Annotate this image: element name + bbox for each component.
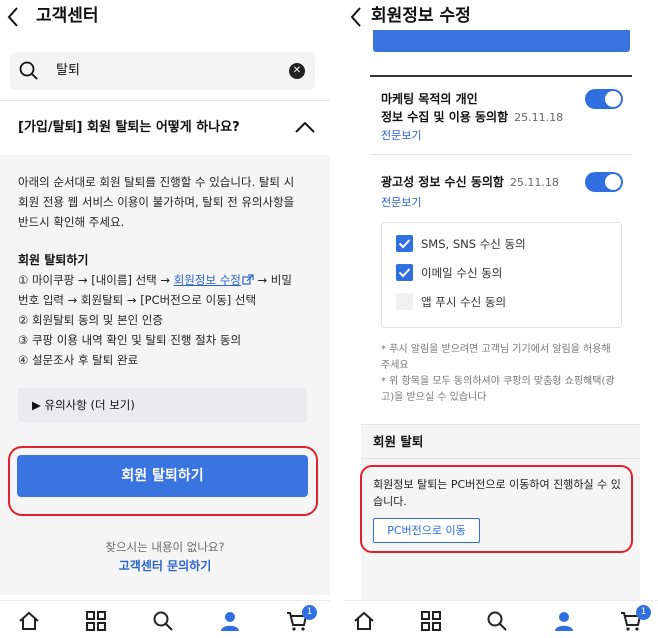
withdraw-button[interactable]: 회원 탈퇴하기	[17, 455, 308, 497]
step-1-prefix: ① 마이쿠팡 → [내이름] 선택 →	[18, 273, 174, 287]
ad-consent-title: 광고성 정보 수신 동의함 25.11.18	[381, 173, 559, 192]
cart-badge: 1	[636, 605, 651, 620]
step-2: ② 회원탈퇴 동의 및 본인 인증	[18, 313, 163, 327]
clear-icon[interactable]: ✕	[289, 63, 305, 79]
toggle-knob	[605, 174, 621, 190]
search-value: 탈퇴	[56, 63, 80, 78]
ad-consent-toggle[interactable]	[585, 172, 623, 192]
channel-label: SMS, SNS 수신 동의	[421, 237, 526, 251]
channel-label: 이메일 수신 동의	[421, 266, 503, 280]
chevron-up-icon[interactable]	[294, 120, 316, 134]
answer-line: 아래의 순서대로 회원 탈퇴를 진행할 수 있습니다. 탈퇴 시	[18, 175, 295, 189]
withdraw-section-title: 회원 탈퇴	[373, 434, 424, 449]
category-icon[interactable]	[420, 610, 442, 632]
marketing-toggle[interactable]	[585, 89, 623, 109]
divider	[361, 424, 640, 425]
header: 회원정보 수정	[343, 0, 658, 34]
search-tab-icon[interactable]	[486, 610, 508, 632]
step-1-cont: 번호 입력 → 회원탈퇴 → [PC버전으로 이동] 선택	[18, 293, 257, 307]
panel-gap	[330, 0, 343, 638]
step-1: ① 마이쿠팡 → [내이름] 선택 → 회원정보 수정 → 비밀	[18, 270, 292, 290]
step-4: ④ 설문조사 후 탈퇴 완료	[18, 353, 139, 367]
home-icon[interactable]	[18, 610, 40, 632]
check-icon	[398, 239, 411, 249]
channel-checkbox-group: SMS, SNS 수신 동의 이메일 수신 동의 앱 푸시 수신 동의	[381, 222, 622, 328]
marketing-date: 25.11.18	[514, 111, 564, 124]
search-input[interactable]: 탈퇴 ✕	[10, 52, 315, 90]
note-line: * 푸시 알림을 받으려면 고객님 기기에서 알림을 허용해	[381, 344, 611, 355]
notes-toggle[interactable]: ▶ 유의사항 (더 보기)	[18, 388, 307, 422]
marketing-title-text: 정보 수집 및 이용 동의함	[381, 110, 509, 124]
home-icon[interactable]	[353, 610, 375, 632]
note-line: * 위 항목을 모두 동의하셔야 쿠팡의 맞춤형 쇼핑혜택(광	[381, 376, 615, 387]
answer-line: 반드시 확인해 주세요.	[18, 215, 125, 229]
page-title: 고객센터	[36, 6, 99, 26]
search-tab-icon[interactable]	[152, 610, 174, 632]
profile-edit-link[interactable]: 회원정보 수정	[174, 273, 241, 287]
ad-consent-text: 광고성 정보 수신 동의함	[381, 175, 504, 189]
ad-terms-link[interactable]: 전문보기	[381, 195, 421, 211]
highlight-box	[360, 465, 633, 553]
note-line: 고)을 받으실 수 있습니다	[381, 392, 487, 403]
back-icon[interactable]	[4, 5, 24, 29]
help-text: 찾으시는 내용이 없나요?	[105, 540, 225, 554]
category-icon[interactable]	[85, 610, 107, 632]
toggle-knob	[605, 91, 621, 107]
search-icon	[19, 61, 38, 80]
user-icon[interactable]	[553, 610, 575, 632]
marketing-title-line2: 정보 수집 및 이용 동의함 25.11.18	[381, 108, 563, 127]
divider	[370, 154, 632, 155]
divider	[370, 75, 632, 77]
tab-bar: 1	[343, 600, 658, 638]
divider	[0, 100, 330, 101]
help-link[interactable]: 고객센터 문의하기	[0, 557, 330, 575]
external-link-icon	[242, 274, 254, 285]
answer-line: 회원 전용 웹 서비스 이용이 불가하며, 탈퇴 전 유의사항을	[18, 195, 295, 209]
user-icon[interactable]	[219, 610, 241, 632]
step-3: ③ 쿠팡 이용 내역 확인 및 탈퇴 진행 절차 동의	[18, 333, 242, 347]
marketing-title-line1: 마케팅 목적의 개인	[381, 92, 478, 106]
checkbox-checked[interactable]	[396, 235, 413, 252]
channel-label: 앱 푸시 수신 동의	[421, 295, 507, 309]
help-center-screen: 고객센터 탈퇴 ✕ [가입/탈퇴] 회원 탈퇴는 어떻게 하나요? 아래의 순서…	[0, 0, 330, 638]
step-1-suffix: → 비밀	[253, 273, 292, 287]
ad-consent-date: 25.11.18	[509, 176, 559, 189]
checkbox-unchecked[interactable]	[396, 293, 413, 310]
marketing-terms-link[interactable]: 전문보기	[381, 128, 421, 144]
divider	[361, 458, 640, 459]
faq-question[interactable]: [가입/탈퇴] 회원 탈퇴는 어떻게 하나요?	[18, 118, 240, 138]
notes-toggle-label: ▶ 유의사항 (더 보기)	[32, 398, 135, 412]
cart-badge: 1	[302, 605, 317, 620]
steps-title: 회원 탈퇴하기	[18, 253, 89, 267]
tab-bar: 1	[0, 600, 330, 638]
back-icon[interactable]	[347, 5, 367, 29]
check-icon	[398, 268, 411, 278]
checkbox-checked[interactable]	[396, 264, 413, 281]
header: 고객센터	[0, 0, 330, 34]
edit-profile-screen: 회원정보 수정 마케팅 목적의 개인 정보 수집 및 이용 동의함 25.11.1…	[343, 0, 658, 638]
note-line: 주세요	[381, 360, 409, 371]
page-title: 회원정보 수정	[371, 6, 471, 26]
